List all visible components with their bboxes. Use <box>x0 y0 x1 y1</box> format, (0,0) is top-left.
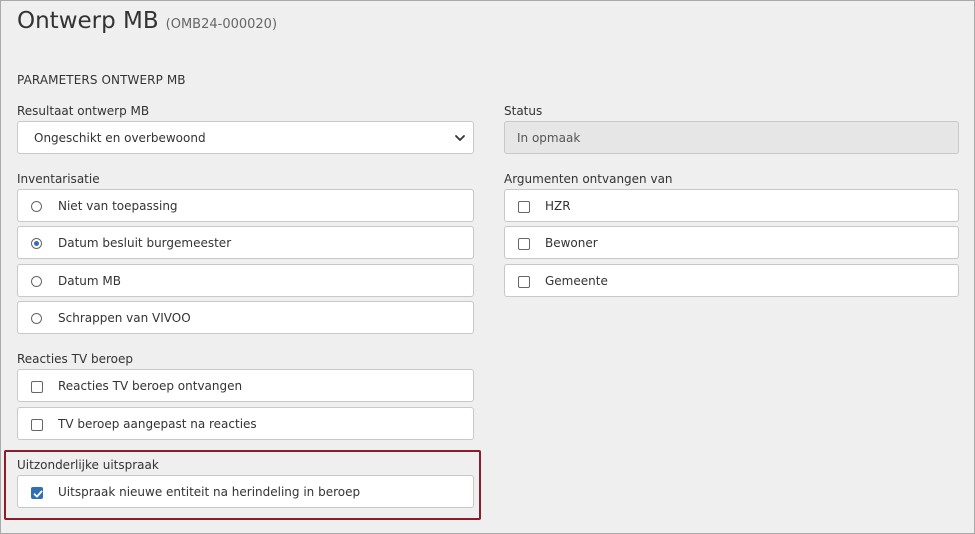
resultaat-label: Resultaat ontwerp MB <box>17 104 150 118</box>
reacties-option-aangepast[interactable]: TV beroep aangepast na reacties <box>17 407 474 440</box>
option-label: Niet van toepassing <box>58 198 178 213</box>
argumenten-option-bewoner[interactable]: Bewoner <box>504 226 959 259</box>
page-title-row: Ontwerp MB (OMB24-000020) <box>17 8 277 34</box>
section-heading: PARAMETERS ONTWERP MB <box>17 73 186 87</box>
resultaat-selected-value: Ongeschikt en overbewoond <box>34 130 206 145</box>
checkbox[interactable] <box>31 381 43 393</box>
inventarisatie-option-datum-mb[interactable]: Datum MB <box>17 264 474 297</box>
checkmark-icon <box>33 490 43 498</box>
radio-button[interactable] <box>31 313 42 324</box>
status-value: In opmaak <box>517 130 581 145</box>
checkbox[interactable] <box>518 238 530 250</box>
resultaat-select[interactable]: Ongeschikt en overbewoond <box>17 121 474 154</box>
inventarisatie-option-datum-besluit[interactable]: Datum besluit burgemeester <box>17 226 474 259</box>
inventarisatie-label: Inventarisatie <box>17 172 100 186</box>
uitzonderlijk-label: Uitzonderlijke uitspraak <box>17 458 159 472</box>
status-field: In opmaak <box>504 121 959 154</box>
checkbox[interactable] <box>518 276 530 288</box>
option-label: Gemeente <box>545 273 608 288</box>
argumenten-option-hzr[interactable]: HZR <box>504 189 959 222</box>
chevron-down-icon <box>455 135 465 141</box>
inventarisatie-option-niet-van-toepassing[interactable]: Niet van toepassing <box>17 189 474 222</box>
reacties-label: Reacties TV beroep <box>17 352 133 366</box>
option-label: HZR <box>545 198 571 213</box>
reacties-option-ontvangen[interactable]: Reacties TV beroep ontvangen <box>17 369 474 402</box>
checkbox-checked[interactable] <box>31 487 43 499</box>
argumenten-label: Argumenten ontvangen van <box>504 172 673 186</box>
record-code: (OMB24-000020) <box>165 17 278 32</box>
option-label: Schrappen van VIVOO <box>58 310 191 325</box>
option-label: Reacties TV beroep ontvangen <box>58 378 243 393</box>
checkbox[interactable] <box>518 201 530 213</box>
option-label: Bewoner <box>545 235 598 250</box>
uitzonderlijk-option-nieuwe-entiteit[interactable]: Uitspraak nieuwe entiteit na herindeling… <box>17 475 474 508</box>
option-label: Datum besluit burgemeester <box>58 235 232 250</box>
page-title: Ontwerp MB <box>17 8 159 34</box>
status-label: Status <box>504 104 543 118</box>
option-label: Datum MB <box>58 273 121 288</box>
inventarisatie-option-schrappen[interactable]: Schrappen van VIVOO <box>17 301 474 334</box>
option-label: TV beroep aangepast na reacties <box>58 416 257 431</box>
radio-button[interactable] <box>31 276 42 287</box>
checkbox[interactable] <box>31 419 43 431</box>
argumenten-option-gemeente[interactable]: Gemeente <box>504 264 959 297</box>
radio-button[interactable] <box>31 201 42 212</box>
option-label: Uitspraak nieuwe entiteit na herindeling… <box>58 484 361 499</box>
radio-button-selected[interactable] <box>31 238 42 249</box>
